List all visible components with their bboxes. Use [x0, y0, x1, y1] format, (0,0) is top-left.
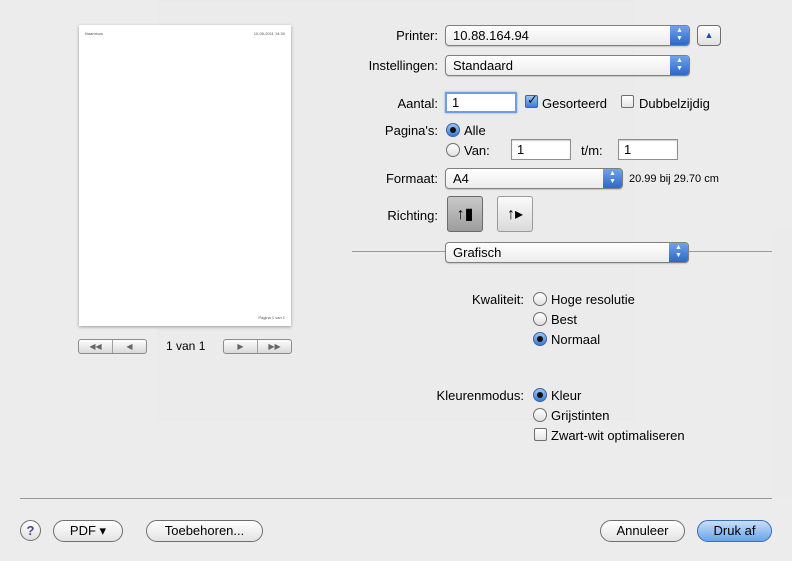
landscape-orientation-icon: ↑▸ — [506, 206, 524, 223]
first-page-button[interactable]: ◀◀ — [79, 340, 112, 353]
orientation-label: Richting: — [387, 208, 438, 223]
pages-all-radio[interactable] — [446, 123, 460, 137]
duplex-label: Dubbelzijdig — [639, 96, 710, 111]
collapse-details-button[interactable]: ▲ — [697, 25, 721, 46]
color-mode-label: Kleurenmodus: — [436, 388, 524, 403]
previous-page-button[interactable]: ◀ — [112, 340, 146, 353]
help-button[interactable]: ? — [20, 520, 41, 541]
collated-label: Gesorteerd — [542, 96, 608, 111]
quality-normal-label: Normaal — [551, 332, 601, 347]
portrait-button[interactable]: ↑▮ — [447, 196, 483, 232]
quality-high-radio[interactable] — [533, 292, 547, 306]
paper-dimensions: 20.99 bij 29.70 cm — [629, 173, 719, 185]
quality-best-label: Best — [551, 312, 578, 327]
printer-value: 10.88.164.94 — [453, 28, 529, 43]
quality-label: Kwaliteit: — [471, 292, 524, 307]
updown-arrows-icon: ▲ ▼ — [670, 26, 689, 45]
printer-label: Printer: — [396, 28, 438, 43]
bw-optimize-label: Zwart-wit optimaliseren — [551, 428, 685, 443]
preview-footer: Pagina 1 van 1 — [258, 315, 285, 320]
paper-size-label: Formaat: — [385, 171, 438, 186]
accessories-button[interactable]: Toebehoren... — [146, 520, 263, 542]
quality-normal-radio[interactable] — [533, 332, 547, 346]
settings-value: Standaard — [453, 58, 513, 73]
duplex-checkbox[interactable] — [621, 95, 634, 108]
section-value: Grafisch — [453, 245, 502, 260]
preview-forward-nav: ▶ ▶▶ — [223, 339, 292, 354]
landscape-button[interactable]: ↑▸ — [497, 196, 533, 232]
settings-select[interactable]: Standaard ▲ ▼ — [445, 55, 690, 76]
portrait-orientation-icon: ↑▮ — [456, 206, 474, 223]
copies-input[interactable]: 1 — [445, 92, 517, 113]
bw-optimize-checkbox[interactable] — [534, 428, 547, 441]
pages-all-label: Alle — [464, 123, 486, 138]
page-preview: Naamloos 10-06-2011 14:30 Pagina 1 van 1 — [79, 25, 291, 326]
updown-arrows-icon: ▲ ▼ — [603, 169, 622, 188]
color-label: Kleur — [551, 388, 582, 403]
triangle-up-icon: ▲ — [704, 30, 714, 40]
pages-to-input[interactable]: 1 — [618, 139, 678, 160]
pages-range-radio[interactable] — [446, 143, 460, 157]
pages-from-label: Van: — [464, 143, 490, 158]
next-page-button[interactable]: ▶ — [224, 340, 257, 353]
print-button[interactable]: Druk af — [697, 520, 772, 542]
preview-header-right: 10-06-2011 14:30 — [253, 31, 285, 36]
cancel-button[interactable]: Annuleer — [600, 520, 685, 542]
updown-arrows-icon: ▲ ▼ — [669, 243, 688, 262]
printer-select[interactable]: 10.88.164.94 ▲ ▼ — [445, 25, 690, 46]
copies-label: Aantal: — [397, 96, 438, 111]
section-select[interactable]: Grafisch ▲ ▼ — [445, 242, 689, 263]
pdf-menu-button[interactable]: PDF ▾ — [53, 520, 123, 542]
pages-label: Pagina's: — [384, 123, 438, 138]
footer-divider — [20, 498, 772, 499]
paper-size-select[interactable]: A4 ▲ ▼ — [445, 168, 623, 189]
print-dialog: Naamloos 10-06-2011 14:30 Pagina 1 van 1… — [0, 0, 792, 561]
pages-from-input[interactable]: 1 — [511, 139, 571, 160]
grayscale-radio[interactable] — [533, 408, 547, 422]
last-page-button[interactable]: ▶▶ — [257, 340, 291, 353]
preview-back-nav: ◀◀ ◀ — [78, 339, 147, 354]
pages-to-label: t/m: — [581, 143, 603, 158]
preview-header-left: Naamloos — [85, 31, 104, 36]
grayscale-label: Grijstinten — [551, 408, 610, 423]
page-indicator: 1 van 1 — [166, 339, 206, 353]
quality-high-label: Hoge resolutie — [551, 292, 635, 307]
settings-label: Instellingen: — [368, 58, 438, 73]
collated-checkbox[interactable] — [525, 93, 538, 108]
color-radio[interactable] — [533, 388, 547, 402]
quality-best-radio[interactable] — [533, 312, 547, 326]
updown-arrows-icon: ▲ ▼ — [670, 56, 689, 75]
paper-size-value: A4 — [453, 171, 469, 186]
